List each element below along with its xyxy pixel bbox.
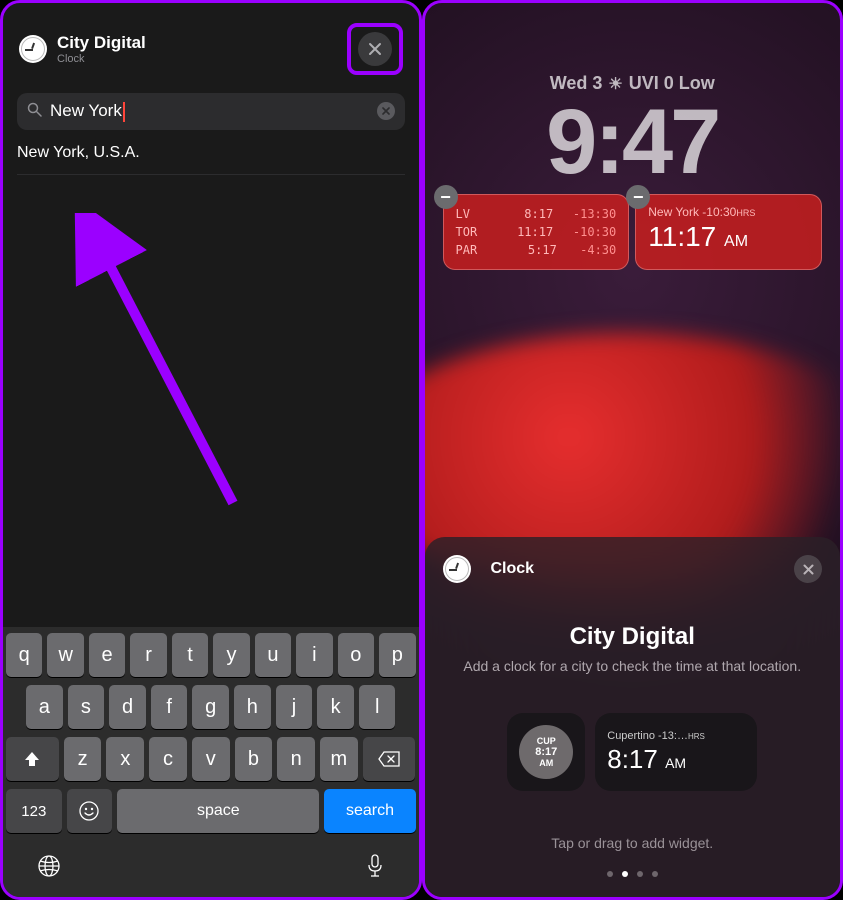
key-f[interactable]: f: [151, 685, 188, 729]
close-button[interactable]: [358, 32, 392, 66]
lockscreen-top: Wed 3 ☀ UVI 0 Low 9:47: [425, 3, 841, 188]
ios-keyboard: qwertyuiop asdfghjkl zxcvbnm 123 space s…: [3, 627, 419, 897]
clock-icon: [19, 35, 47, 63]
backspace-icon: [378, 751, 400, 767]
page-dots[interactable]: [443, 871, 823, 877]
key-p[interactable]: p: [379, 633, 415, 677]
widget-name: City Digital: [443, 623, 823, 651]
key-c[interactable]: c: [149, 737, 187, 781]
key-t[interactable]: t: [172, 633, 208, 677]
key-w[interactable]: w: [47, 633, 83, 677]
city-label: New York: [648, 205, 699, 219]
close-icon: [803, 564, 814, 575]
widget-description: Add a clock for a city to check the time…: [443, 657, 823, 677]
close-highlight-box: [347, 23, 403, 75]
result-new-york[interactable]: New York, U.S.A.: [17, 144, 405, 175]
key-v[interactable]: v: [192, 737, 230, 781]
key-o[interactable]: o: [338, 633, 374, 677]
world-clock-widget-left[interactable]: − LV8:17-13:30TOR11:17-10:30PAR5:17-4:30: [443, 194, 630, 270]
annotation-arrow-icon: [63, 213, 263, 513]
shift-key[interactable]: [6, 737, 59, 781]
opt-city: Cupertino: [607, 730, 655, 742]
key-g[interactable]: g: [192, 685, 229, 729]
sheet-title: City Digital: [57, 33, 146, 53]
lockscreen-time[interactable]: 9:47: [425, 96, 841, 188]
search-icon: [27, 102, 42, 121]
key-r[interactable]: r: [130, 633, 166, 677]
key-n[interactable]: n: [277, 737, 315, 781]
header-title-block: City Digital Clock: [57, 33, 146, 65]
close-icon: [368, 42, 382, 56]
phone-right-lock-screen-config: Wed 3 ☀ UVI 0 Low 9:47 − LV8:17-13:30TOR…: [422, 0, 843, 900]
key-d[interactable]: d: [109, 685, 146, 729]
key-x[interactable]: x: [106, 737, 144, 781]
key-j[interactable]: j: [276, 685, 313, 729]
sheet-subtitle: Clock: [57, 53, 146, 65]
hrs-label: HRS: [688, 732, 705, 741]
remove-widget-button[interactable]: −: [626, 185, 650, 209]
offset-label: -10:30: [702, 205, 736, 219]
globe-icon: [36, 853, 62, 879]
time-label: 11:17: [648, 221, 716, 252]
hint-text: Tap or drag to add widget.: [443, 835, 823, 851]
key-k[interactable]: k: [317, 685, 354, 729]
key-q[interactable]: q: [6, 633, 42, 677]
sheet-app-name: Clock: [491, 560, 535, 578]
search-key[interactable]: search: [324, 789, 415, 833]
key-h[interactable]: h: [234, 685, 271, 729]
widget-city-row: PAR5:17-4:30: [456, 241, 617, 259]
opt-am: AM: [665, 755, 686, 771]
opt-time: 8:17: [535, 746, 557, 758]
key-e[interactable]: e: [89, 633, 125, 677]
widget-option-small[interactable]: CUP 8:17 AM: [507, 713, 585, 791]
widget-picker-sheet: Clock City Digital Add a clock for a cit…: [425, 537, 841, 897]
dictation-key[interactable]: [364, 853, 386, 885]
search-sheet-header: City Digital Clock: [3, 3, 419, 87]
mic-icon: [364, 853, 386, 879]
key-z[interactable]: z: [64, 737, 102, 781]
emoji-icon: [78, 800, 100, 822]
opt-am: AM: [539, 758, 553, 768]
lockscreen-widgets-row: − LV8:17-13:30TOR11:17-10:30PAR5:17-4:30…: [443, 194, 823, 270]
backspace-key[interactable]: [363, 737, 416, 781]
phone-left-city-search: City Digital Clock New York New York, U.…: [0, 0, 422, 900]
widget-city-row: TOR11:17-10:30: [456, 223, 617, 241]
hrs-label: HRS: [736, 208, 755, 218]
world-clock-widget-newyork[interactable]: − New York -10:30HRS 11:17 AM: [635, 194, 822, 270]
key-i[interactable]: i: [296, 633, 332, 677]
key-a[interactable]: a: [26, 685, 63, 729]
clear-search-button[interactable]: [377, 102, 395, 120]
key-l[interactable]: l: [359, 685, 396, 729]
emoji-key[interactable]: [67, 789, 113, 833]
space-key[interactable]: space: [117, 789, 319, 833]
key-m[interactable]: m: [320, 737, 358, 781]
key-s[interactable]: s: [68, 685, 105, 729]
remove-widget-button[interactable]: −: [434, 185, 458, 209]
widget-size-options: CUP 8:17 AM Cupertino -13:…HRS 8:17 AM: [443, 713, 823, 791]
key-b[interactable]: b: [235, 737, 273, 781]
x-small-icon: [382, 107, 390, 115]
key-u[interactable]: u: [255, 633, 291, 677]
shift-icon: [23, 750, 41, 768]
widget-option-medium[interactable]: Cupertino -13:…HRS 8:17 AM: [595, 713, 757, 791]
opt-time: 8:17: [607, 744, 658, 774]
ampm-label: AM: [724, 233, 748, 250]
numbers-key[interactable]: 123: [6, 789, 62, 833]
widget-city-row: LV8:17-13:30: [456, 205, 617, 223]
opt-offset: -13:…: [658, 730, 688, 742]
globe-key[interactable]: [36, 853, 62, 885]
clock-icon: [443, 555, 471, 583]
search-input[interactable]: New York: [50, 101, 377, 122]
search-field-row[interactable]: New York: [17, 93, 405, 130]
key-y[interactable]: y: [213, 633, 249, 677]
opt-city: CUP: [537, 736, 556, 746]
close-sheet-button[interactable]: [794, 555, 822, 583]
